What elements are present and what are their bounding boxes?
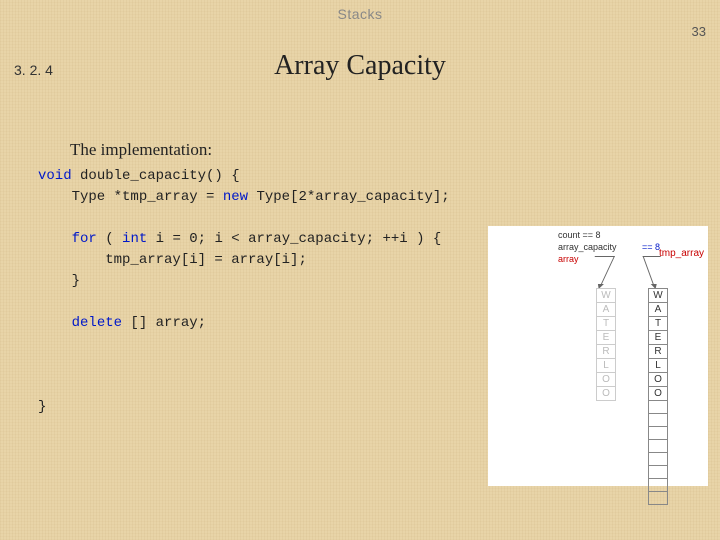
array-cell: A	[648, 302, 668, 317]
code-line-2c: Type[2*array_capacity];	[248, 189, 450, 205]
code-line-3c: (	[97, 231, 122, 247]
array-cell: E	[596, 330, 616, 345]
tmp-array-stack: WATERLOO	[648, 288, 668, 504]
code-line-1: double_capacity() {	[72, 168, 240, 184]
memory-diagram: count == 8 array_capacity == 8 array tmp…	[488, 226, 708, 486]
array-cell: O	[596, 386, 616, 401]
array-cell	[648, 465, 668, 479]
code-line-6c: [] array;	[122, 315, 206, 331]
kw-new: new	[223, 189, 248, 205]
array-cell: R	[596, 344, 616, 359]
tmp-array-pointer-label: tmp_array	[659, 248, 704, 259]
array-cell: O	[648, 372, 668, 387]
array-cell: L	[596, 358, 616, 373]
array-cell: L	[648, 358, 668, 373]
count-label: count == 8	[558, 230, 601, 240]
array-cell	[648, 400, 668, 414]
kw-delete: delete	[72, 315, 122, 331]
array-pointer-label: array	[558, 254, 579, 264]
old-array-stack: WATERLOO	[596, 288, 616, 400]
code-line-6a	[38, 315, 72, 331]
code-line-4: tmp_array[i] = array[i];	[38, 252, 307, 268]
array-cell: W	[596, 288, 616, 303]
code-line-3a	[38, 231, 72, 247]
code-line-3e: i = 0; i < array_capacity; ++i ) {	[147, 231, 441, 247]
code-line-5: }	[38, 273, 80, 289]
array-cell: W	[648, 288, 668, 303]
array-cell	[648, 439, 668, 453]
kw-int: int	[122, 231, 147, 247]
arrow-to-old-array-icon	[581, 256, 615, 286]
slide-title: Array Capacity	[0, 50, 720, 82]
array-cell: A	[596, 302, 616, 317]
array-cell	[648, 413, 668, 427]
page-number: 33	[692, 24, 706, 39]
slide-header: Stacks	[0, 0, 720, 22]
capacity-label: array_capacity	[558, 242, 617, 252]
arrow-to-tmp-array-icon	[643, 256, 672, 286]
kw-void: void	[38, 168, 72, 184]
subtitle: The implementation:	[70, 140, 212, 160]
array-cell: O	[596, 372, 616, 387]
array-cell	[648, 491, 668, 505]
array-cell: T	[648, 316, 668, 331]
array-cell	[648, 478, 668, 492]
code-line-7: }	[38, 399, 46, 415]
array-cell	[648, 452, 668, 466]
array-cell: E	[648, 330, 668, 345]
array-cell: T	[596, 316, 616, 331]
array-cell	[648, 426, 668, 440]
code-block: void double_capacity() { Type *tmp_array…	[38, 166, 450, 418]
array-cell: O	[648, 386, 668, 401]
code-line-2a: Type *tmp_array =	[38, 189, 223, 205]
kw-for: for	[72, 231, 97, 247]
capacity-value: == 8	[642, 242, 660, 252]
array-cell: R	[648, 344, 668, 359]
